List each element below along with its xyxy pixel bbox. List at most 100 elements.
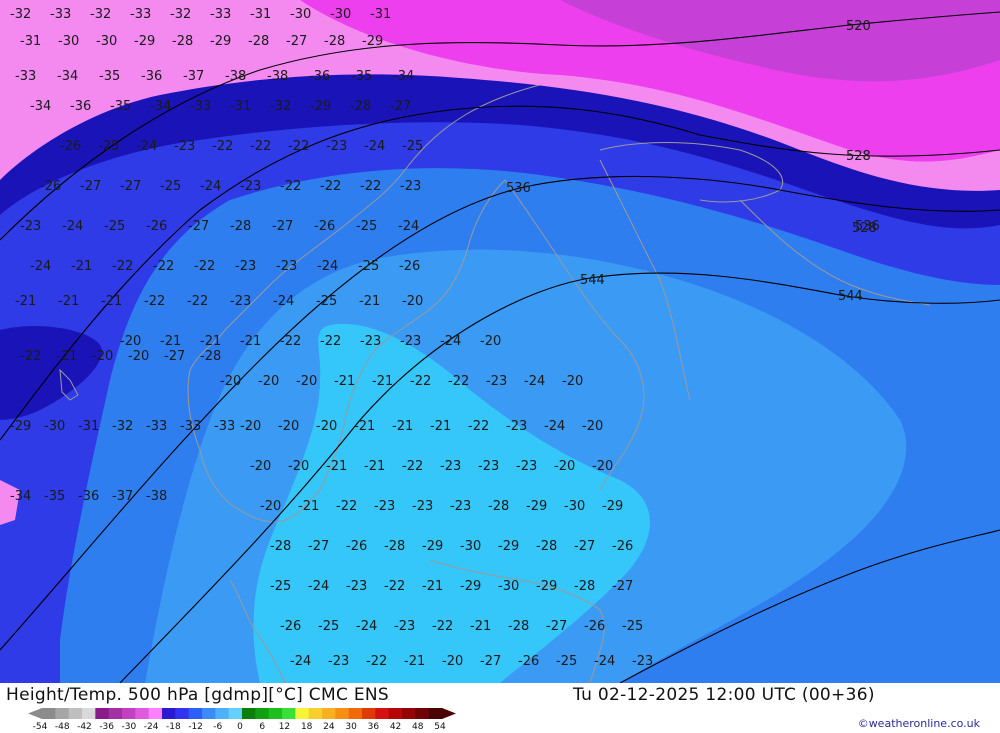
temperature-label: -24 bbox=[200, 179, 221, 194]
colorbar-cell bbox=[268, 708, 283, 719]
temperature-label: -23 bbox=[174, 139, 195, 154]
colorbar-cell bbox=[255, 708, 270, 719]
colorbar-tick-label: 6 bbox=[259, 722, 265, 731]
valid-time: Tu 02-12-2025 12:00 UTC (00+36) bbox=[573, 685, 875, 705]
temperature-label: -26 bbox=[146, 219, 167, 234]
temperature-label: -21 bbox=[101, 294, 122, 309]
credit-link[interactable]: ©weatheronline.co.uk bbox=[858, 717, 980, 730]
temperature-label: -24 bbox=[317, 259, 338, 274]
colorbar-cell bbox=[322, 708, 336, 719]
temperature-label: -28 bbox=[270, 539, 291, 554]
temperature-label: -23 bbox=[486, 374, 507, 389]
temperature-label: -34 bbox=[57, 69, 78, 84]
temperature-label: -25 bbox=[316, 294, 337, 309]
temperature-label: -30 bbox=[290, 7, 311, 22]
colorbar-tick-label: -42 bbox=[77, 722, 92, 731]
temperature-label: -20 bbox=[296, 374, 317, 389]
temperature-label: -35 bbox=[351, 69, 372, 84]
temperature-label: -26 bbox=[584, 619, 605, 634]
temperature-label: -36 bbox=[70, 99, 91, 114]
colorbar-cell bbox=[348, 708, 363, 719]
temperature-label: -24 bbox=[136, 139, 157, 154]
temperature-label: -26 bbox=[346, 539, 367, 554]
temperature-label: -20 bbox=[316, 419, 337, 434]
temperature-label: -29 bbox=[602, 499, 623, 514]
temperature-label: -20 bbox=[120, 334, 141, 349]
temperature-label: -23 bbox=[516, 459, 537, 474]
temperature-label: -24 bbox=[30, 259, 51, 274]
colorbar-tick-labels: -54 -48 -42 -36 -30 -24 -18 -12 -6 0 6 12 18 24 30 36 42… bbox=[33, 722, 446, 731]
temperature-label: -32 bbox=[10, 7, 31, 22]
temperature-label: -31 bbox=[230, 99, 251, 114]
colorbar-left-arrow bbox=[28, 708, 42, 719]
temperature-label: -28 bbox=[324, 34, 345, 49]
temperature-label: -21 bbox=[354, 419, 375, 434]
colorbar-cell bbox=[282, 708, 296, 719]
temperature-label: -24 bbox=[308, 579, 329, 594]
weather-map: 536 544 544 528 528 536 520 -32 -33 -32 -33… bbox=[0, 0, 1000, 683]
temperature-label: -24 bbox=[62, 219, 83, 234]
temperature-label: -22 bbox=[280, 334, 301, 349]
colorbar-tick-label: 0 bbox=[237, 722, 243, 731]
temperature-label: -27 bbox=[188, 219, 209, 234]
temperature-label: -34 bbox=[10, 489, 31, 504]
colorbar-tick-label: -30 bbox=[122, 722, 137, 731]
temperature-label: -22 bbox=[187, 294, 208, 309]
temperature-label: -36 bbox=[78, 489, 99, 504]
temperature-label: -28 bbox=[384, 539, 405, 554]
temperature-label: -25 bbox=[104, 219, 125, 234]
colorbar-tick-label: -24 bbox=[144, 722, 159, 731]
temperature-label: -20 bbox=[554, 459, 575, 474]
temperature-label: -22 bbox=[320, 179, 341, 194]
colorbar-cell bbox=[375, 708, 390, 719]
temperature-label: -23 bbox=[326, 139, 347, 154]
height-label: 536 bbox=[506, 181, 531, 196]
temperature-label: -26 bbox=[612, 539, 633, 554]
temperature-label: -26 bbox=[40, 179, 61, 194]
temperature-label: -22 bbox=[212, 139, 233, 154]
colorbar-cell bbox=[122, 708, 136, 719]
temperature-label: -36 bbox=[309, 69, 330, 84]
temperature-label: -33 bbox=[180, 419, 201, 434]
temperature-label: -20 bbox=[250, 459, 271, 474]
temperature-label: -25 bbox=[358, 259, 379, 274]
temperature-label: -28 bbox=[508, 619, 529, 634]
temperature-colorbar: -54 -48 -42 -36 -30 -24 -18 -12 -6 0 6 12 18 24 30 36 42… bbox=[28, 708, 456, 731]
temperature-label: -24 bbox=[273, 294, 294, 309]
colorbar-cell bbox=[402, 708, 416, 719]
temperature-label: -24 bbox=[524, 374, 545, 389]
temperature-label: -21 bbox=[326, 459, 347, 474]
colorbar-cell bbox=[55, 708, 70, 719]
colorbar-tick-label: 54 bbox=[434, 722, 446, 731]
temperature-label: -27 bbox=[546, 619, 567, 634]
colorbar-cell bbox=[335, 708, 350, 719]
colorbar-cell bbox=[95, 708, 110, 719]
temperature-label: -28 bbox=[200, 349, 221, 364]
temperature-label: -25 bbox=[556, 654, 577, 669]
temperature-label: -26 bbox=[314, 219, 335, 234]
temperature-label: -23 bbox=[240, 179, 261, 194]
temperature-label: -38 bbox=[225, 69, 246, 84]
temperature-label: -35 bbox=[44, 489, 65, 504]
height-label: 528 bbox=[846, 149, 871, 164]
temperature-label: -21 bbox=[298, 499, 319, 514]
temperature-label: -20 bbox=[562, 374, 583, 389]
temperature-label: -21 bbox=[15, 294, 36, 309]
temperature-label: -27 bbox=[286, 34, 307, 49]
temperature-label: -23 bbox=[400, 334, 421, 349]
colorbar-tick-label: 24 bbox=[323, 722, 335, 731]
temperature-label: -20 bbox=[402, 294, 423, 309]
temperature-label: -28 bbox=[230, 219, 251, 234]
temperature-label: -29 bbox=[498, 539, 519, 554]
temperature-label: -28 bbox=[350, 99, 371, 114]
temperature-label: -20 bbox=[480, 334, 501, 349]
temperature-label: -34 bbox=[150, 99, 171, 114]
temperature-label: -34 bbox=[30, 99, 51, 114]
temperature-label: -21 bbox=[334, 374, 355, 389]
temperature-label: -35 bbox=[99, 69, 120, 84]
temperature-label: -21 bbox=[364, 459, 385, 474]
temperature-label: -22 bbox=[194, 259, 215, 274]
temperature-label: -28 bbox=[172, 34, 193, 49]
temperature-label: -25 bbox=[622, 619, 643, 634]
temperature-label: -27 bbox=[390, 99, 411, 114]
